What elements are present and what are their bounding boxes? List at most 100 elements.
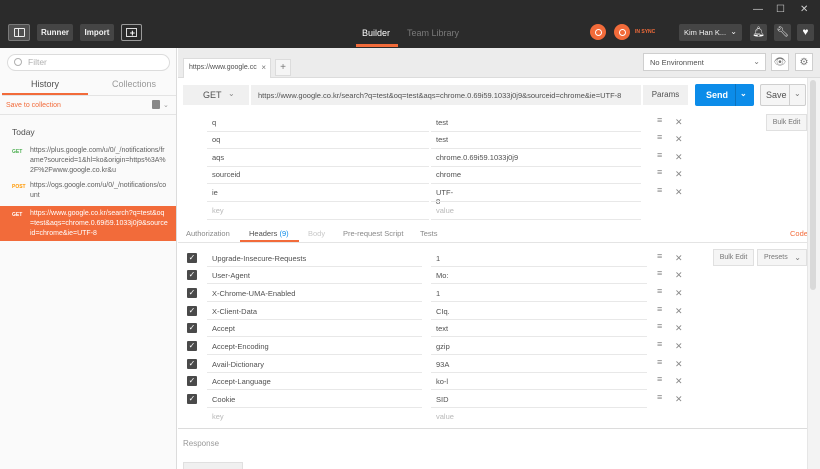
eye-icon[interactable]: 👁︎	[771, 53, 789, 71]
header-enabled-checkbox[interactable]: ✓	[187, 288, 197, 298]
delete-row-icon[interactable]: ✕	[675, 152, 683, 163]
header-value[interactable]: 1	[436, 254, 440, 263]
chevron-down-icon[interactable]: ⌄	[740, 89, 747, 98]
user-menu[interactable]: Kim Han K... ⌄	[679, 24, 742, 41]
drag-handle-icon[interactable]: ≡	[657, 375, 663, 384]
header-key[interactable]: Avail-Dictionary	[212, 360, 264, 369]
notifications-bell-icon[interactable]: 🔔︎	[750, 24, 767, 41]
header-key[interactable]: Accept-Language	[212, 377, 271, 386]
tab-body[interactable]: Body	[308, 229, 325, 238]
drag-handle-icon[interactable]: ≡	[657, 151, 663, 160]
filter-input[interactable]: Filter	[7, 54, 170, 71]
param-key[interactable]: q	[212, 118, 216, 127]
close-window-icon[interactable]: ✕	[800, 4, 808, 15]
chevron-down-icon[interactable]: ⌄	[794, 89, 801, 98]
drag-handle-icon[interactable]: ≡	[657, 305, 663, 314]
tab-pre-request-script[interactable]: Pre-request Script	[343, 229, 403, 238]
tab-collections[interactable]: Collections	[112, 79, 156, 89]
header-value[interactable]: Mo:	[436, 271, 449, 280]
header-key[interactable]: X-Chrome-UMA-Enabled	[212, 289, 295, 298]
header-enabled-checkbox[interactable]: ✓	[187, 359, 197, 369]
param-key[interactable]: ie	[212, 188, 218, 197]
header-key[interactable]: Upgrade-Insecure-Requests	[212, 254, 306, 263]
tab-headers[interactable]: Headers (9)	[249, 229, 289, 238]
drag-handle-icon[interactable]: ≡	[657, 322, 663, 331]
delete-row-icon[interactable]: ✕	[675, 306, 683, 317]
scrollbar-thumb[interactable]	[810, 80, 816, 290]
header-value[interactable]: ko-l	[436, 377, 448, 386]
params-button[interactable]: Params	[643, 85, 688, 105]
tab-tests[interactable]: Tests	[420, 229, 438, 238]
heart-icon[interactable]: ♥	[797, 24, 814, 41]
tab-history[interactable]: History	[31, 79, 59, 89]
delete-row-icon[interactable]: ✕	[675, 359, 683, 370]
delete-row-icon[interactable]: ✕	[675, 270, 683, 281]
param-value[interactable]: UTF-8	[436, 188, 453, 206]
drag-handle-icon[interactable]: ≡	[657, 269, 663, 278]
drag-handle-icon[interactable]: ≡	[657, 358, 663, 367]
param-key[interactable]: oq	[212, 135, 220, 144]
code-link[interactable]: Code	[790, 229, 808, 238]
tab-authorization[interactable]: Authorization	[186, 229, 230, 238]
request-tab[interactable]: https://www.google.cc ×	[183, 58, 271, 78]
close-tab-icon[interactable]: ×	[261, 63, 266, 72]
param-key-placeholder[interactable]: key	[212, 206, 224, 215]
interceptor-icon[interactable]	[590, 24, 606, 40]
header-key-placeholder[interactable]: key	[212, 412, 224, 421]
header-value[interactable]: SID	[436, 395, 449, 404]
delete-row-icon[interactable]: ✕	[675, 117, 683, 128]
header-value[interactable]: 1	[436, 289, 440, 298]
drag-handle-icon[interactable]: ≡	[657, 340, 663, 349]
environment-select[interactable]: No Environment ⌄	[643, 53, 766, 71]
param-value[interactable]: test	[436, 135, 448, 144]
presets-dropdown[interactable]: Presets ⌄	[757, 249, 807, 266]
chevron-down-icon[interactable]: ⌄	[163, 101, 169, 109]
delete-row-icon[interactable]: ✕	[675, 288, 683, 299]
tab-builder[interactable]: Builder	[362, 28, 390, 38]
headers-bulk-edit-button[interactable]: Bulk Edit	[713, 249, 754, 266]
header-enabled-checkbox[interactable]: ✓	[187, 323, 197, 333]
delete-row-icon[interactable]: ✕	[675, 323, 683, 334]
param-value-placeholder[interactable]: value	[436, 206, 454, 215]
runner-button[interactable]: Runner	[37, 24, 73, 41]
header-key[interactable]: Accept	[212, 324, 235, 333]
delete-row-icon[interactable]: ✕	[675, 376, 683, 387]
history-item[interactable]: GET https://plus.google.com/u/0/_/notifi…	[0, 146, 176, 176]
params-bulk-edit-button[interactable]: Bulk Edit	[766, 114, 807, 131]
header-value-placeholder[interactable]: value	[436, 412, 454, 421]
method-select[interactable]: GET ⌄	[183, 85, 249, 105]
add-tab-button[interactable]: +	[275, 59, 291, 76]
param-key[interactable]: aqs	[212, 153, 224, 162]
tab-team-library[interactable]: Team Library	[407, 28, 459, 38]
header-value[interactable]: CIq.	[436, 307, 450, 316]
header-key[interactable]: User-Agent	[212, 271, 250, 280]
delete-row-icon[interactable]: ✕	[675, 134, 683, 145]
trash-icon[interactable]	[152, 100, 160, 109]
drag-handle-icon[interactable]: ≡	[657, 393, 663, 402]
param-key[interactable]: sourceid	[212, 170, 240, 179]
drag-handle-icon[interactable]: ≡	[657, 186, 663, 195]
param-value[interactable]: chrome	[436, 170, 461, 179]
header-key[interactable]: X-Client-Data	[212, 307, 257, 316]
save-button[interactable]: Save ⌄	[760, 84, 806, 106]
delete-row-icon[interactable]: ✕	[675, 169, 683, 180]
header-enabled-checkbox[interactable]: ✓	[187, 376, 197, 386]
param-value[interactable]: chrome.0.69i59.1033j0j9	[436, 153, 518, 162]
sync-icon[interactable]	[614, 24, 630, 40]
response-tab[interactable]	[183, 462, 243, 469]
header-value[interactable]: text	[436, 324, 448, 333]
delete-row-icon[interactable]: ✕	[675, 187, 683, 198]
delete-row-icon[interactable]: ✕	[675, 394, 683, 405]
settings-wrench-icon[interactable]: 🔧︎	[774, 24, 791, 41]
header-key[interactable]: Accept-Encoding	[212, 342, 269, 351]
toggle-sidebar-button[interactable]	[8, 24, 30, 41]
drag-handle-icon[interactable]: ≡	[657, 168, 663, 177]
header-enabled-checkbox[interactable]: ✓	[187, 341, 197, 351]
header-value[interactable]: gzip	[436, 342, 450, 351]
header-enabled-checkbox[interactable]: ✓	[187, 394, 197, 404]
delete-row-icon[interactable]: ✕	[675, 253, 683, 264]
history-item[interactable]: POST https://ogs.google.com/u/0/_/notifi…	[0, 181, 176, 201]
new-window-button[interactable]: +	[121, 24, 142, 41]
param-value[interactable]: test	[436, 118, 448, 127]
save-to-collection-link[interactable]: Save to collection	[6, 102, 61, 109]
